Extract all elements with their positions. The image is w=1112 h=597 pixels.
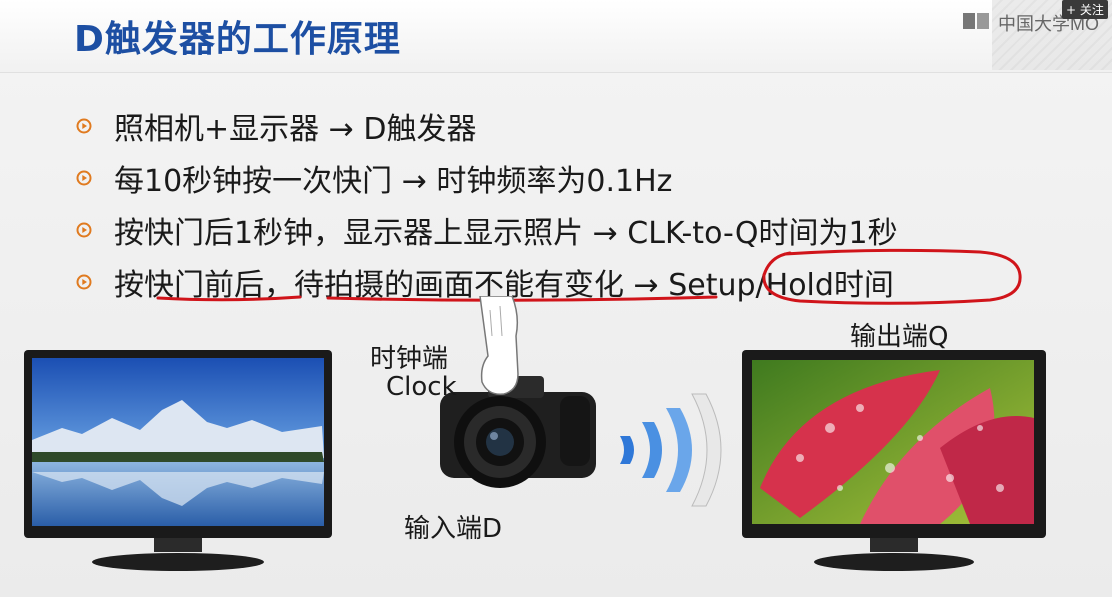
bullet-play-icon — [76, 222, 92, 238]
bullet-item: 按快门前后，待拍摄的画面不能有变化 → Setup/Hold时间 — [76, 256, 1076, 308]
title-bar: D触发器的工作原理 中国大学MO + 关注 — [0, 0, 1112, 73]
bullet-item: 照相机+显示器 → D触发器 — [76, 100, 1076, 152]
bullet-list: 照相机+显示器 → D触发器 每10秒钟按一次快门 → 时钟频率为0.1Hz 按… — [76, 100, 1076, 308]
slide-title: D触发器的工作原理 — [74, 19, 401, 60]
bullet-play-icon — [76, 118, 92, 134]
left-monitor-icon — [24, 350, 332, 571]
clock-label-en: Clock — [386, 372, 457, 402]
bullet-play-icon — [76, 274, 92, 290]
output-label: 输出端Q — [850, 322, 949, 352]
bullet-item: 每10秒钟按一次快门 → 时钟频率为0.1Hz — [76, 152, 1076, 204]
bullet-text: 按快门后1秒钟，显示器上显示照片 → CLK-to-Q时间为1秒 — [114, 216, 898, 251]
finger-press-icon — [479, 296, 519, 395]
right-monitor-icon — [742, 350, 1046, 571]
mooc-logo-icon — [963, 13, 989, 29]
clock-label: 时钟端 — [370, 344, 449, 374]
follow-button[interactable]: + 关注 — [1062, 0, 1108, 19]
bullet-play-icon — [76, 170, 92, 186]
bullet-item: 按快门后1秒钟，显示器上显示照片 → CLK-to-Q时间为1秒 — [76, 204, 1076, 256]
bullet-text: 每10秒钟按一次快门 → 时钟频率为0.1Hz — [114, 164, 673, 199]
slide: D触发器的工作原理 中国大学MO + 关注 照相机+显示器 → D触发器 每10… — [0, 0, 1112, 597]
wireless-signal-icon — [620, 393, 722, 507]
input-label: 输入端D — [404, 514, 503, 544]
bullet-text: 照相机+显示器 → D触发器 — [114, 112, 477, 147]
